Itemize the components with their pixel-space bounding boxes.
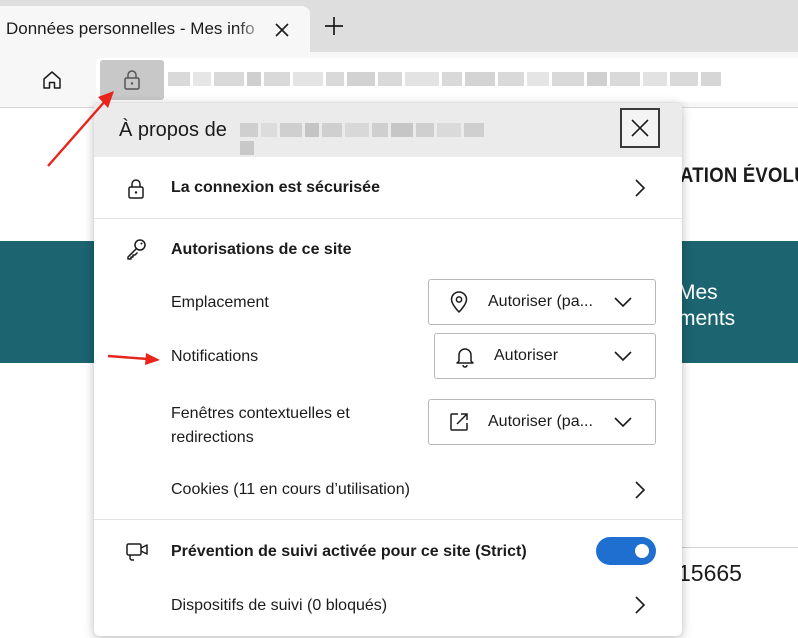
annotation-arrow-icon bbox=[107, 353, 160, 365]
location-permission-select[interactable]: Autoriser (pa... bbox=[428, 279, 656, 325]
cookies-label: Cookies (11 en cours d’utilisation) bbox=[171, 481, 410, 498]
notifications-permission-value: Autoriser bbox=[494, 347, 559, 364]
chevron-right-icon bbox=[635, 596, 646, 614]
close-icon bbox=[631, 119, 649, 137]
address-bar[interactable] bbox=[96, 58, 798, 102]
browser-tab[interactable]: Données personnelles - Mes info bbox=[0, 6, 310, 52]
trackers-label: Dispositifs de suivi (0 bloqués) bbox=[171, 597, 388, 614]
divider bbox=[94, 519, 682, 520]
redacted-site-name bbox=[240, 123, 492, 155]
tab-title: Données personnelles - Mes info bbox=[6, 19, 255, 38]
chevron-down-icon bbox=[614, 297, 632, 308]
redacted-url bbox=[168, 72, 778, 88]
page-number: 15665 bbox=[678, 560, 742, 586]
plus-icon[interactable] bbox=[322, 14, 346, 38]
popup-title: À propos de bbox=[119, 119, 227, 141]
bell-icon bbox=[456, 348, 474, 368]
lock-icon bbox=[124, 70, 140, 90]
popups-permission-value: Autoriser (pa... bbox=[488, 413, 593, 430]
key-icon bbox=[127, 239, 146, 260]
tracking-camera-icon bbox=[126, 543, 148, 561]
site-info-popup: À propos de La connexion est sécurisée A… bbox=[94, 103, 682, 636]
annotation-arrow-icon bbox=[47, 91, 114, 167]
location-pin-icon bbox=[450, 291, 468, 314]
popups-permission-label: Fenêtres contextuelles et redirections bbox=[171, 402, 350, 450]
chevron-right-icon bbox=[635, 481, 646, 499]
banner-line-2: ments bbox=[678, 307, 736, 330]
connection-label: La connexion est sécurisée bbox=[171, 179, 380, 196]
banner-text: Mes ments bbox=[678, 280, 735, 332]
chevron-down-icon bbox=[614, 351, 632, 362]
location-permission-value: Autoriser (pa... bbox=[488, 293, 593, 310]
tracking-prevention-toggle[interactable] bbox=[596, 537, 656, 565]
notifications-permission-label: Notifications bbox=[171, 348, 259, 365]
toggle-knob bbox=[635, 544, 649, 558]
tracking-prevention-label: Prévention de suivi activée pour ce site… bbox=[171, 543, 527, 560]
external-link-icon bbox=[450, 413, 468, 431]
location-permission-label: Emplacement bbox=[171, 294, 269, 311]
lock-icon bbox=[128, 179, 144, 199]
popup-header: À propos de bbox=[94, 103, 682, 157]
popups-label-line-1: Fenêtres contextuelles et bbox=[171, 405, 350, 422]
connection-row[interactable]: La connexion est sécurisée bbox=[94, 157, 682, 219]
popups-permission-select[interactable]: Autoriser (pa... bbox=[428, 399, 656, 445]
page-divider bbox=[680, 547, 798, 548]
divider bbox=[94, 218, 682, 219]
popup-close-button[interactable] bbox=[620, 108, 660, 148]
cookies-row[interactable]: Cookies (11 en cours d’utilisation) bbox=[94, 463, 682, 515]
notifications-permission-select[interactable]: Autoriser bbox=[434, 333, 656, 379]
popups-label-line-2: redirections bbox=[171, 429, 254, 446]
page-header-text: ATION ÉVOLUE bbox=[680, 164, 798, 187]
close-icon[interactable] bbox=[272, 20, 292, 40]
permissions-heading: Autorisations de ce site bbox=[171, 241, 352, 258]
tab-strip: Données personnelles - Mes info bbox=[0, 0, 798, 52]
chevron-down-icon bbox=[614, 417, 632, 428]
banner-line-1: Mes bbox=[678, 281, 718, 304]
trackers-row[interactable]: Dispositifs de suivi (0 bloqués) bbox=[94, 577, 682, 633]
chevron-right-icon bbox=[635, 179, 646, 197]
